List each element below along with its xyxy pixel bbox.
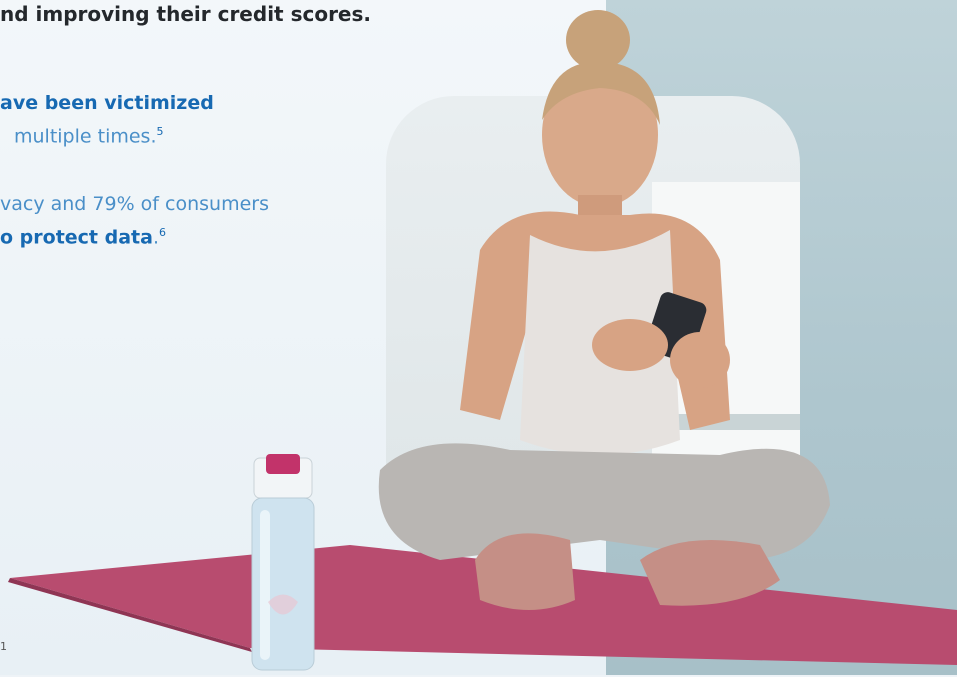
water-bottle-icon: [251, 454, 315, 671]
woman-on-phone-illustration: [378, 10, 830, 610]
